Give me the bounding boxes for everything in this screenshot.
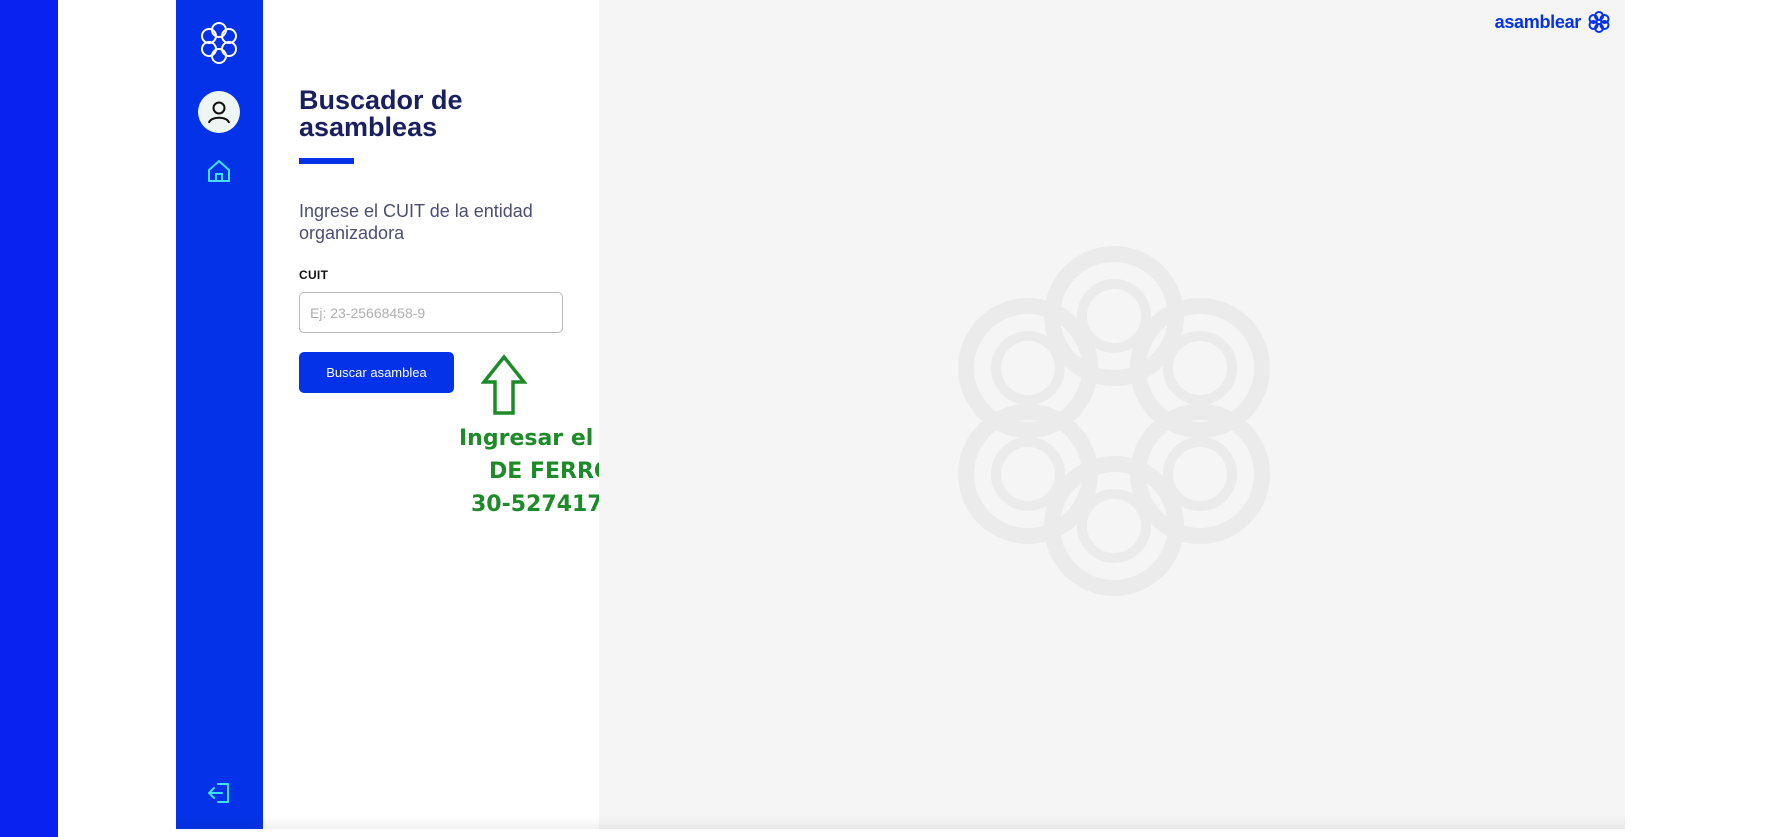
home-icon[interactable] [204,156,234,186]
user-avatar[interactable] [198,91,240,133]
logo-icon[interactable] [196,20,242,66]
arrow-up-icon [481,354,527,415]
brand-name: asamblear [1494,11,1582,32]
cuit-label: CUIT [299,268,329,282]
watermark-flower-icon [958,246,1270,596]
brand-flower-icon [1588,11,1610,33]
instruction-text: Ingrese el CUIT de la entidad organizado… [299,201,533,243]
sidebar [176,0,263,829]
brand-logo: asamblear [1495,10,1611,34]
title-underline [299,158,354,164]
search-assembly-button[interactable]: Buscar asamblea [299,352,454,393]
main-area: asamblear [599,0,1625,829]
app-window: Buscador de asambleas Ingrese el CUIT de… [176,0,1625,829]
logout-icon[interactable] [204,778,234,808]
search-panel: Buscador de asambleas Ingrese el CUIT de… [263,0,658,829]
left-background-band [0,0,58,837]
user-icon [208,101,230,124]
page-title: Buscador de asambleas [299,85,463,142]
bottom-shadow [176,815,1625,829]
cuit-input[interactable] [299,292,563,333]
